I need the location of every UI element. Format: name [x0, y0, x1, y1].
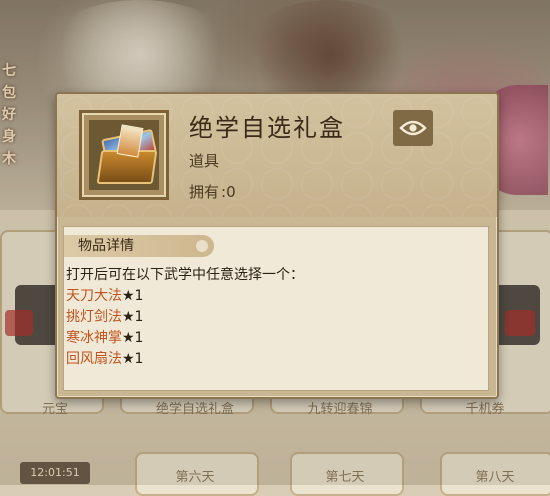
section-title: 物品详情: [78, 238, 134, 254]
gift-box-icon: [89, 120, 159, 190]
item-owned-count: 拥有:0: [189, 181, 236, 202]
owned-label: 拥有: [189, 183, 220, 201]
section-header: 物品详情: [64, 235, 214, 257]
item-detail-popup: 绝学自选礼盒 道具 拥有:0 物品详情 打开后可在以下武学中任意选择一个： 天刀…: [55, 92, 499, 399]
option-qty: ★1: [122, 309, 144, 325]
option-qty: ★1: [122, 330, 144, 346]
option-name: 寒冰神掌: [66, 330, 122, 346]
option-name: 天刀大法: [66, 288, 122, 304]
item-icon-frame: [79, 110, 169, 200]
item-title: 绝学自选礼盒: [189, 114, 345, 142]
item-type: 道具: [189, 152, 220, 170]
option-item: 回风扇法★1: [66, 349, 143, 370]
item-detail-panel: 物品详情 打开后可在以下武学中任意选择一个： 天刀大法★1 挑灯剑法★1 寒冰神…: [63, 226, 489, 391]
preview-button[interactable]: [393, 110, 433, 146]
owned-value: :0: [221, 183, 236, 201]
option-item: 天刀大法★1: [66, 286, 143, 307]
option-qty: ★1: [122, 288, 144, 304]
option-item: 寒冰神掌★1: [66, 328, 143, 349]
eye-icon: [399, 120, 427, 136]
option-name: 回风扇法: [66, 351, 122, 367]
option-item: 挑灯剑法★1: [66, 307, 143, 328]
option-name: 挑灯剑法: [66, 309, 122, 325]
option-list: 天刀大法★1 挑灯剑法★1 寒冰神掌★1 回风扇法★1: [66, 286, 143, 370]
item-header: 绝学自选礼盒 道具 拥有:0: [57, 94, 497, 217]
option-qty: ★1: [122, 351, 144, 367]
item-description: 打开后可在以下武学中任意选择一个：: [66, 267, 304, 283]
tab-ornament: [196, 240, 208, 252]
